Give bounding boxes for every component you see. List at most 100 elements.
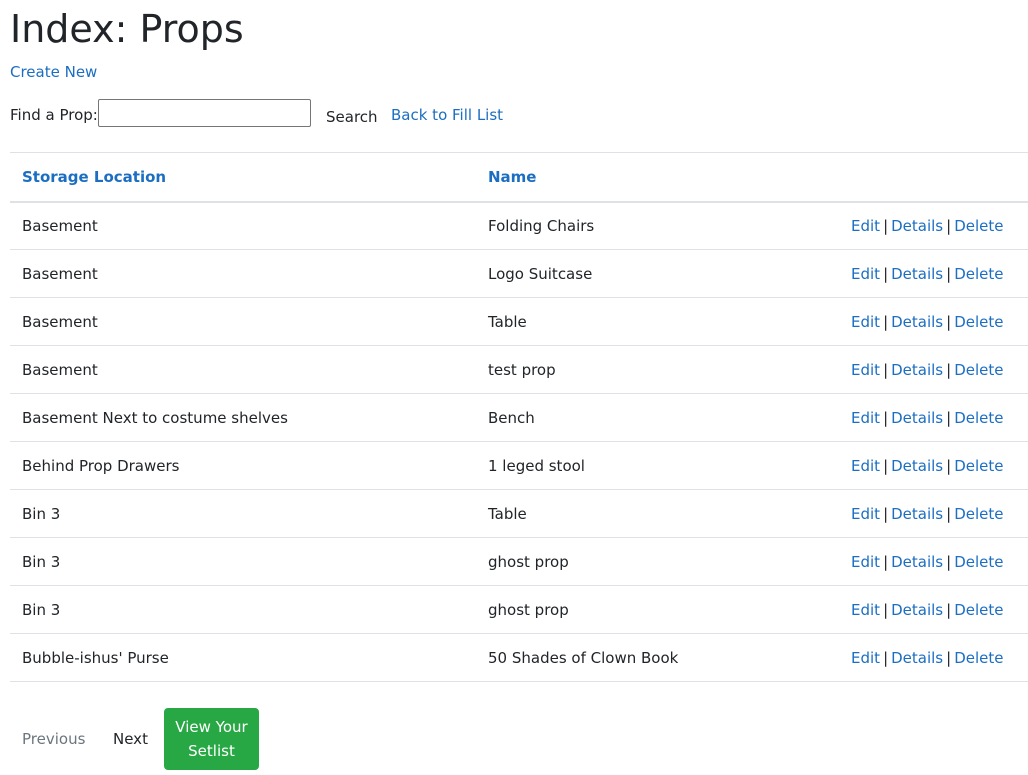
- action-separator: |: [946, 216, 952, 235]
- action-separator: |: [883, 648, 889, 667]
- action-separator: |: [883, 216, 889, 235]
- storage-location-cell: Bin 3: [22, 552, 61, 571]
- action-separator: |: [883, 600, 889, 619]
- edit-link[interactable]: Edit: [851, 409, 880, 427]
- storage-location-cell: Basement: [22, 216, 98, 235]
- delete-link[interactable]: Delete: [954, 313, 1003, 331]
- row-actions: Edit | Details | Delete: [827, 250, 1028, 298]
- edit-link[interactable]: Edit: [851, 505, 880, 523]
- table-body: Basement Folding Chairs Edit | Details | Delet…: [10, 202, 1028, 682]
- edit-link[interactable]: Edit: [851, 313, 880, 331]
- view-setlist-button[interactable]: View Your Setlist: [164, 708, 259, 770]
- delete-link[interactable]: Delete: [954, 553, 1003, 571]
- table-row: Bin 3 ghost prop Edit | Details | Delete: [10, 586, 1028, 634]
- table-row: Basement Folding Chairs Edit | Details | Delet…: [10, 202, 1028, 250]
- delete-link[interactable]: Delete: [954, 265, 1003, 283]
- edit-link[interactable]: Edit: [851, 217, 880, 235]
- actions-header: [827, 153, 1028, 202]
- action-separator: |: [883, 552, 889, 571]
- search-label: Find a Prop:: [10, 106, 98, 124]
- search-input[interactable]: [98, 99, 311, 127]
- action-separator: |: [883, 312, 889, 331]
- action-separator: |: [946, 264, 952, 283]
- action-separator: |: [946, 408, 952, 427]
- details-link[interactable]: Details: [891, 553, 943, 571]
- storage-location-cell: Basement: [22, 312, 98, 331]
- delete-link[interactable]: Delete: [954, 457, 1003, 475]
- storage-location-cell: Basement Next to costume shelves: [22, 408, 288, 427]
- delete-link[interactable]: Delete: [954, 649, 1003, 667]
- pagination: Previous Next View Your Setlist: [10, 708, 410, 770]
- row-actions: Edit | Details | Delete: [827, 202, 1028, 250]
- page-title: Index: Props: [10, 7, 244, 51]
- action-separator: |: [946, 648, 952, 667]
- back-to-fill-list-link[interactable]: Back to Fill List: [391, 105, 503, 125]
- prop-name-cell: test prop: [488, 360, 556, 379]
- table-row: Basement Next to costume shelves Bench Edi…: [10, 394, 1028, 442]
- details-link[interactable]: Details: [891, 457, 943, 475]
- edit-link[interactable]: Edit: [851, 457, 880, 475]
- edit-link[interactable]: Edit: [851, 553, 880, 571]
- action-separator: |: [883, 264, 889, 283]
- action-separator: |: [946, 600, 952, 619]
- details-link[interactable]: Details: [891, 217, 943, 235]
- prop-name-cell: ghost prop: [488, 552, 569, 571]
- details-link[interactable]: Details: [891, 313, 943, 331]
- storage-location-header: Storage Location: [10, 153, 476, 202]
- row-actions: Edit | Details | Delete: [827, 586, 1028, 634]
- next-page-link[interactable]: Next: [101, 728, 160, 750]
- prop-name-cell: Table: [488, 504, 527, 523]
- action-separator: |: [883, 408, 889, 427]
- name-header: Name: [476, 153, 827, 202]
- edit-link[interactable]: Edit: [851, 265, 880, 283]
- action-separator: |: [883, 504, 889, 523]
- delete-link[interactable]: Delete: [954, 409, 1003, 427]
- delete-link[interactable]: Delete: [954, 601, 1003, 619]
- prop-name-cell: Logo Suitcase: [488, 264, 593, 283]
- details-link[interactable]: Details: [891, 361, 943, 379]
- sort-by-storage-location-link[interactable]: Storage Location: [22, 168, 166, 186]
- storage-location-cell: Basement: [22, 360, 98, 379]
- sort-by-name-link[interactable]: Name: [488, 168, 536, 186]
- create-new-link[interactable]: Create New: [10, 62, 97, 82]
- row-actions: Edit | Details | Delete: [827, 346, 1028, 394]
- prop-name-cell: Table: [488, 312, 527, 331]
- table-header-row: Storage Location Name: [10, 152, 1028, 202]
- edit-link[interactable]: Edit: [851, 361, 880, 379]
- details-link[interactable]: Details: [891, 409, 943, 427]
- row-actions: Edit | Details | Delete: [827, 490, 1028, 538]
- table-row: Basement test prop Edit | Details | Delete: [10, 346, 1028, 394]
- storage-location-cell: Bubble-ishus' Purse: [22, 648, 169, 667]
- row-actions: Edit | Details | Delete: [827, 442, 1028, 490]
- row-actions: Edit | Details | Delete: [827, 634, 1028, 682]
- search-form: Find a Prop: Search Back to Fill List: [10, 99, 610, 131]
- edit-link[interactable]: Edit: [851, 649, 880, 667]
- edit-link[interactable]: Edit: [851, 601, 880, 619]
- action-separator: |: [946, 312, 952, 331]
- storage-location-cell: Bin 3: [22, 504, 61, 523]
- storage-location-cell: Basement: [22, 264, 98, 283]
- prop-name-cell: 1 leged stool: [488, 456, 585, 475]
- delete-link[interactable]: Delete: [954, 361, 1003, 379]
- prop-name-cell: 50 Shades of Clown Book: [488, 648, 679, 667]
- prop-name-cell: ghost prop: [488, 600, 569, 619]
- table-row: Behind Prop Drawers 1 leged stool Edit | Det…: [10, 442, 1028, 490]
- details-link[interactable]: Details: [891, 601, 943, 619]
- delete-link[interactable]: Delete: [954, 217, 1003, 235]
- action-separator: |: [946, 552, 952, 571]
- storage-location-cell: Bin 3: [22, 600, 61, 619]
- table-row: Bin 3 Table Edit | Details | Delete: [10, 490, 1028, 538]
- action-separator: |: [946, 360, 952, 379]
- row-actions: Edit | Details | Delete: [827, 538, 1028, 586]
- table-row: Basement Logo Suitcase Edit | Details | Delete: [10, 250, 1028, 298]
- delete-link[interactable]: Delete: [954, 505, 1003, 523]
- table-header: Storage Location Name: [10, 152, 1028, 202]
- search-button[interactable]: Search: [318, 106, 386, 128]
- details-link[interactable]: Details: [891, 505, 943, 523]
- action-separator: |: [946, 456, 952, 475]
- action-separator: |: [946, 504, 952, 523]
- table-row: Basement Table Edit | Details | Delete: [10, 298, 1028, 346]
- details-link[interactable]: Details: [891, 649, 943, 667]
- previous-page-link[interactable]: Previous: [10, 728, 97, 750]
- details-link[interactable]: Details: [891, 265, 943, 283]
